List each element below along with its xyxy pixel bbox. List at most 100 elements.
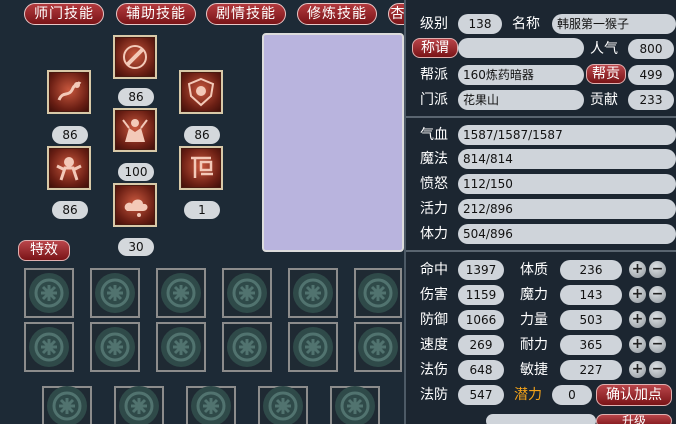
magic-power-label: 魔力 [520, 287, 548, 303]
gang-contribution-button[interactable]: 帮贡 [586, 64, 626, 84]
skills-panel: 师门技能 辅助技能 剧情技能 修炼技能 杏 86 86 86 100 86 1 [0, 0, 408, 424]
slot-emblem-icon [363, 278, 393, 308]
agility-label: 敏捷 [520, 362, 548, 378]
effect-slot[interactable] [288, 268, 338, 318]
rage-value: 112/150 [458, 174, 676, 194]
rage-label: 愤怒 [420, 176, 448, 192]
cloud-skill-icon[interactable] [113, 183, 157, 227]
effect-slot[interactable] [258, 386, 308, 424]
rune-skill-icon[interactable] [179, 146, 223, 190]
section-divider [406, 250, 676, 252]
gang-value: 160炼药暗器 [458, 65, 584, 85]
staff-skill-icon[interactable] [113, 35, 157, 79]
confirm-points-button[interactable]: 确认加点 [596, 384, 672, 406]
game-window: 师门技能 辅助技能 剧情技能 修炼技能 杏 86 86 86 100 86 1 [0, 0, 676, 424]
endurance-value: 365 [560, 335, 622, 355]
slot-emblem-icon [363, 332, 393, 362]
constitution-label: 体质 [520, 262, 548, 278]
skill-level-6: 1 [184, 201, 220, 219]
slot-emblem-icon [232, 332, 262, 362]
effect-slot[interactable] [330, 386, 380, 424]
dragon-skill-icon[interactable] [47, 70, 91, 114]
special-effects-button[interactable]: 特效 [18, 240, 70, 261]
strength-value: 503 [560, 310, 622, 330]
effect-slot[interactable] [222, 322, 272, 372]
potential-label: 潜力 [514, 387, 542, 403]
title-value [458, 38, 584, 58]
magic-damage-value: 648 [458, 360, 504, 380]
effect-slot[interactable] [24, 268, 74, 318]
title-button[interactable]: 称谓 [412, 38, 458, 58]
popularity-label: 人气 [590, 41, 618, 57]
agility-plus-button[interactable]: + [629, 361, 646, 378]
monkey-skill-icon[interactable] [47, 146, 91, 190]
accuracy-label: 命中 [420, 262, 448, 278]
hp-value: 1587/1587/1587 [458, 125, 676, 145]
effect-slot[interactable] [156, 268, 206, 318]
defense-value: 1066 [458, 310, 504, 330]
slot-emblem-icon [100, 278, 130, 308]
magic-power-value: 143 [560, 285, 622, 305]
slot-emblem-icon [196, 391, 226, 421]
upgrade-button[interactable]: 升级 [596, 414, 672, 424]
stamina-label: 体力 [420, 226, 448, 242]
slot-emblem-icon [34, 278, 64, 308]
potential-value: 0 [552, 385, 592, 405]
effect-slot[interactable] [90, 268, 140, 318]
magic-power-plus-button[interactable]: + [629, 286, 646, 303]
monk-skill-icon[interactable] [113, 108, 157, 152]
tab-assist-skills[interactable]: 辅助技能 [116, 3, 196, 25]
effect-slot[interactable] [24, 322, 74, 372]
mp-label: 魔法 [420, 151, 448, 167]
level-value: 138 [458, 14, 502, 34]
skill-level-3: 86 [184, 126, 220, 144]
effect-slot[interactable] [156, 322, 206, 372]
slot-emblem-icon [52, 391, 82, 421]
effect-slot[interactable] [186, 386, 236, 424]
level-label: 级别 [420, 16, 448, 32]
partial-field [486, 414, 596, 424]
skill-level-2: 86 [118, 88, 154, 106]
constitution-plus-button[interactable]: + [629, 261, 646, 278]
magic-power-minus-button[interactable]: − [649, 286, 666, 303]
contribution-value: 233 [628, 90, 674, 110]
tab-cultivation-skills[interactable]: 修炼技能 [297, 3, 377, 25]
section-divider [406, 116, 676, 118]
skill-description-box [262, 33, 404, 252]
effect-slot[interactable] [222, 268, 272, 318]
slot-emblem-icon [124, 391, 154, 421]
slot-emblem-icon [166, 278, 196, 308]
agility-minus-button[interactable]: − [649, 361, 666, 378]
effect-slot[interactable] [114, 386, 164, 424]
gang-label: 帮派 [420, 67, 448, 83]
popularity-value: 800 [628, 39, 674, 59]
effect-slot[interactable] [288, 322, 338, 372]
skill-level-5: 86 [52, 201, 88, 219]
effect-slot[interactable] [42, 386, 92, 424]
slot-emblem-icon [298, 332, 328, 362]
strength-minus-button[interactable]: − [649, 311, 666, 328]
slot-emblem-icon [166, 332, 196, 362]
effect-slot[interactable] [354, 268, 402, 318]
constitution-minus-button[interactable]: − [649, 261, 666, 278]
slot-emblem-icon [34, 332, 64, 362]
constitution-value: 236 [560, 260, 622, 280]
tab-sect-skills[interactable]: 师门技能 [24, 3, 104, 25]
accuracy-value: 1397 [458, 260, 504, 280]
skill-level-4: 100 [118, 163, 154, 181]
endurance-plus-button[interactable]: + [629, 336, 646, 353]
name-value: 韩服第一猴子 [552, 14, 676, 34]
slot-emblem-icon [100, 332, 130, 362]
strength-plus-button[interactable]: + [629, 311, 646, 328]
magic-defense-value: 547 [458, 385, 504, 405]
contribution-label: 贡献 [590, 92, 618, 108]
vitality-label: 活力 [420, 201, 448, 217]
tab-story-skills[interactable]: 剧情技能 [206, 3, 286, 25]
shield-skill-icon[interactable] [179, 70, 223, 114]
magic-defense-label: 法防 [420, 387, 448, 403]
effect-slot[interactable] [354, 322, 402, 372]
damage-value: 1159 [458, 285, 504, 305]
endurance-minus-button[interactable]: − [649, 336, 666, 353]
character-panel: 级别 138 名称 韩服第一猴子 称谓 人气 800 帮派 160炼药暗器 帮贡… [404, 0, 676, 424]
effect-slot[interactable] [90, 322, 140, 372]
